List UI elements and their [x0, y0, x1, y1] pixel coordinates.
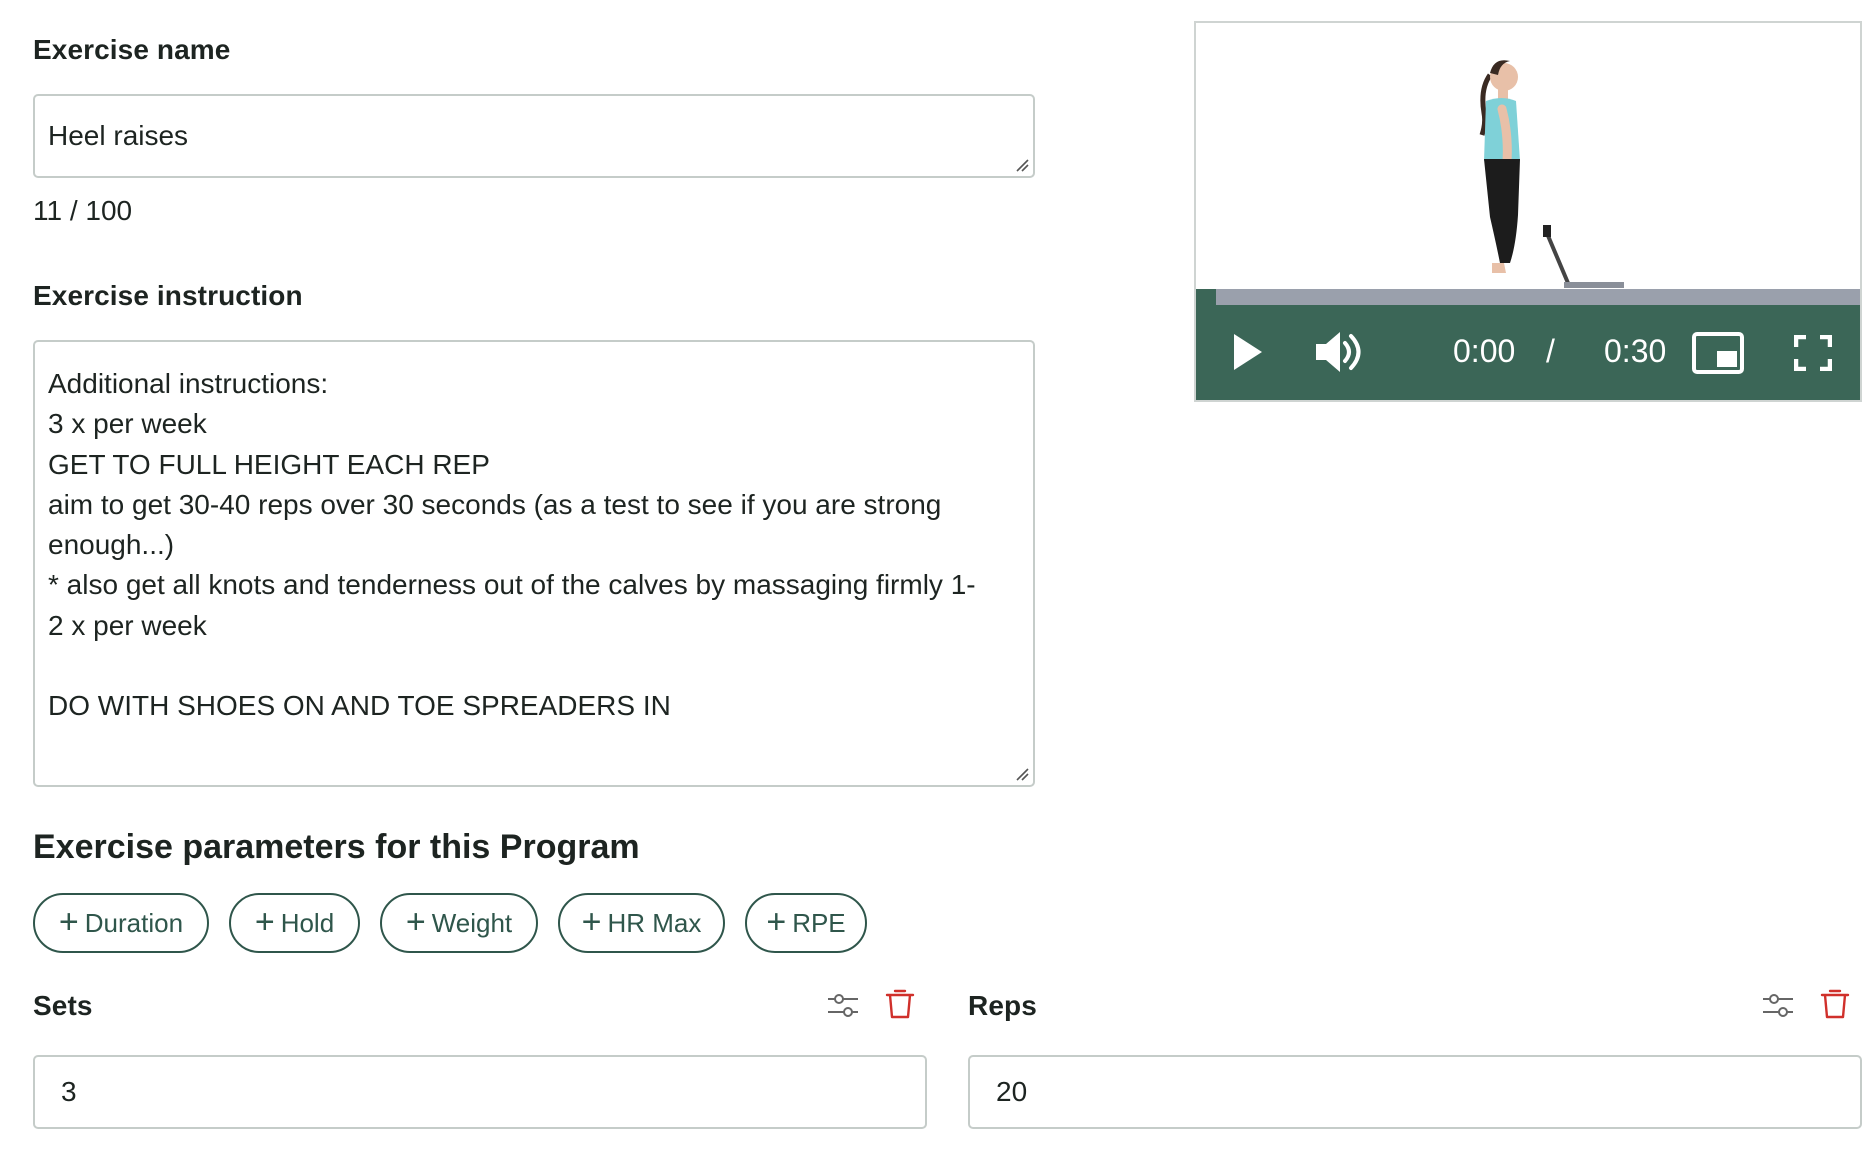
- reps-value: 20: [996, 1076, 1028, 1107]
- sets-input[interactable]: 3: [33, 1055, 927, 1129]
- settings-sliders-icon[interactable]: [826, 988, 860, 1022]
- plus-icon: +: [405, 902, 426, 941]
- instruction-line: 2 x per week: [48, 609, 207, 641]
- video-floor: [1196, 289, 1860, 305]
- instruction-line: 3 x per week: [48, 408, 207, 440]
- exercise-instruction-textarea[interactable]: Additional instructions: 3 x per week GET …: [33, 340, 1035, 787]
- add-duration-button[interactable]: + Duration: [33, 893, 209, 953]
- exercise-name-label: Exercise name: [33, 34, 231, 65]
- instruction-line: [48, 646, 1033, 686]
- resize-grip-icon[interactable]: [1015, 158, 1029, 172]
- volume-icon[interactable]: [1314, 330, 1362, 374]
- instruction-line: DO WITH SHOES ON AND TOE SPREADERS IN: [48, 690, 671, 722]
- reps-input[interactable]: 20: [968, 1055, 1862, 1129]
- exercise-instruction-label: Exercise instruction: [33, 280, 303, 311]
- resize-grip-icon[interactable]: [1015, 767, 1029, 781]
- picture-in-picture-icon[interactable]: [1691, 331, 1745, 375]
- instruction-line: aim to get 30-40 reps over 30 seconds (a…: [48, 488, 942, 520]
- character-counter: 11 / 100: [33, 195, 133, 226]
- add-hold-button[interactable]: + Hold: [229, 893, 360, 953]
- delete-icon[interactable]: [883, 986, 917, 1020]
- add-hr-max-label: HR Max: [607, 907, 702, 938]
- add-weight-button[interactable]: + Weight: [380, 893, 538, 953]
- plus-icon: +: [581, 902, 602, 941]
- exercise-video-player[interactable]: 0:00 / 0:30: [1194, 21, 1862, 402]
- sets-label: Sets: [33, 990, 93, 1021]
- instruction-line: GET TO FULL HEIGHT EACH REP: [48, 448, 490, 480]
- add-rpe-button[interactable]: + RPE: [745, 893, 867, 953]
- video-current-time: 0:00: [1453, 333, 1516, 369]
- add-hr-max-button[interactable]: + HR Max: [558, 893, 725, 953]
- parameters-section-title: Exercise parameters for this Program: [33, 828, 640, 866]
- plus-icon: +: [254, 902, 275, 941]
- delete-icon[interactable]: [1818, 986, 1852, 1020]
- add-weight-label: Weight: [431, 907, 513, 938]
- video-progress-bar[interactable]: [1196, 289, 1216, 305]
- instruction-line: * also get all knots and tenderness out …: [48, 569, 976, 601]
- exercise-name-value: Heel raises: [48, 120, 189, 151]
- exercise-name-input[interactable]: Heel raises: [33, 94, 1035, 178]
- plus-icon: +: [766, 902, 787, 941]
- add-hold-label: Hold: [280, 907, 335, 938]
- sets-value: 3: [61, 1076, 77, 1107]
- fullscreen-icon[interactable]: [1794, 335, 1832, 371]
- reps-label: Reps: [968, 990, 1037, 1021]
- plus-icon: +: [58, 902, 79, 941]
- exercise-demo-figure: [1479, 60, 1624, 288]
- play-icon[interactable]: [1232, 332, 1264, 372]
- instruction-text: Additional instructions: 3 x per week GET …: [48, 364, 1033, 727]
- instruction-line: Additional instructions:: [48, 368, 329, 399]
- settings-sliders-icon[interactable]: [1761, 988, 1795, 1022]
- video-time-separator: /: [1546, 333, 1555, 369]
- add-duration-label: Duration: [84, 907, 184, 938]
- video-duration: 0:30: [1604, 333, 1667, 369]
- add-rpe-label: RPE: [792, 907, 846, 938]
- instruction-line: enough...): [48, 529, 175, 561]
- video-controls: 0:00 / 0:30: [1196, 305, 1860, 400]
